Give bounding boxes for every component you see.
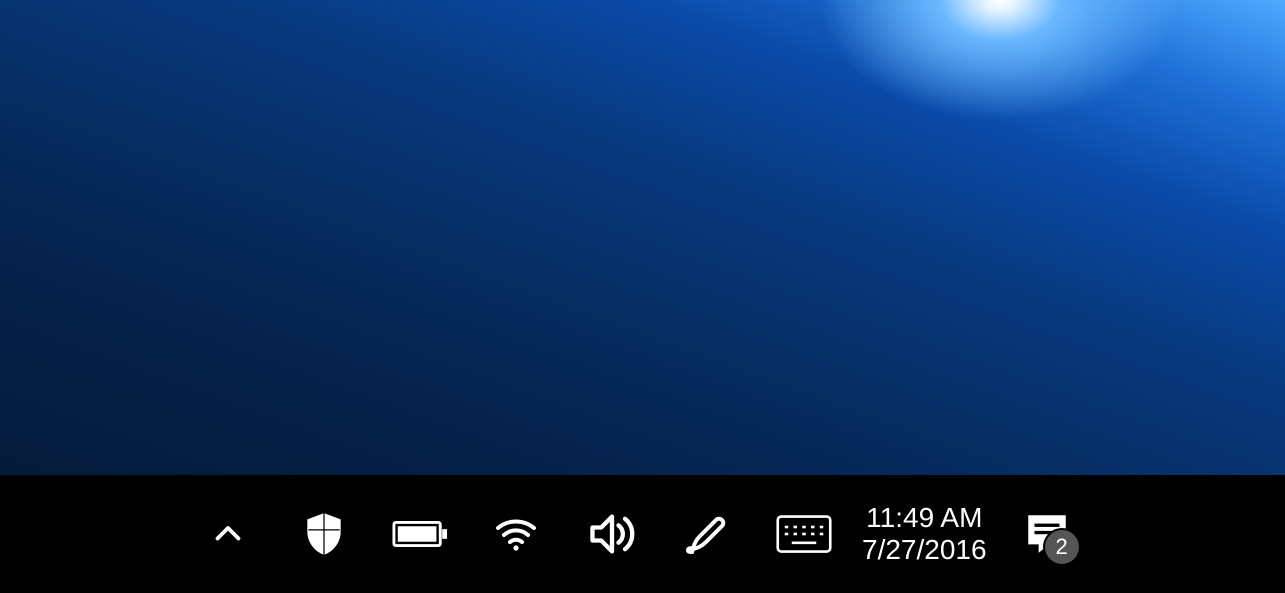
notification-count: 2 [1055,534,1067,560]
wifi-tray[interactable] [488,506,544,562]
notification-badge: 2 [1043,528,1081,566]
keyboard-icon [776,512,832,556]
taskbar: 11:49 AM 7/27/2016 2 [0,475,1285,593]
touch-keyboard-tray[interactable] [776,506,832,562]
shield-icon [299,509,349,559]
pen-icon [684,510,732,558]
desktop-wallpaper[interactable] [0,0,1285,475]
speaker-icon [586,508,638,560]
clock-time: 11:49 AM [862,502,987,534]
battery-tray[interactable] [392,506,448,562]
pen-ink-tray[interactable] [680,506,736,562]
show-hidden-icons-button[interactable] [200,506,256,562]
taskbar-clock[interactable]: 11:49 AM 7/27/2016 [862,502,987,566]
chevron-up-icon [210,516,246,552]
volume-tray[interactable] [584,506,640,562]
system-tray [200,506,832,562]
clock-date: 7/27/2016 [862,534,987,566]
battery-icon [392,516,448,552]
wifi-icon [492,510,540,558]
action-center-button[interactable]: 2 [1017,504,1077,564]
windows-defender-tray[interactable] [296,506,352,562]
